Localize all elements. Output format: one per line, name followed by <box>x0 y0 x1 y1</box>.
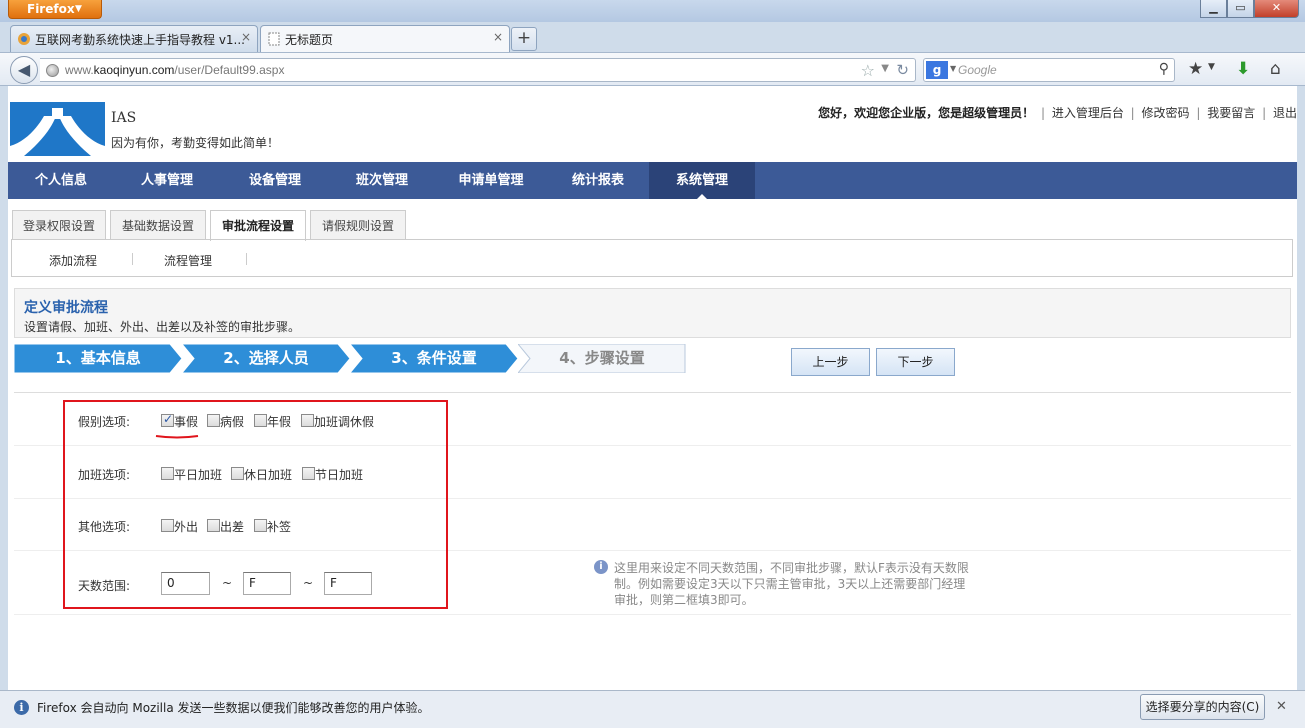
navigation-toolbar: www.kaoqinyun.com/user/Default99.aspx ☆ … <box>0 52 1305 86</box>
section-header: 定义审批流程 设置请假、加班、外出、出差以及补签的审批步骤。 <box>14 288 1291 338</box>
browser-tab-untitled[interactable]: 无标题页 × <box>260 25 510 52</box>
section-description: 设置请假、加班、外出、出差以及补签的审批步骤。 <box>24 320 301 334</box>
days-range-tip: 这里用来设定不同天数范围，不同审批步骤，默认F表示没有天数限制。例如需要设定3天… <box>614 561 969 607</box>
download-icon[interactable]: ⬇ <box>1236 59 1250 79</box>
step-basic-info: 1、基本信息 <box>14 344 182 373</box>
tab-label: 互联网考勤系统快速上手指导教程 v1... <box>35 33 245 47</box>
section-title: 定义审批流程 <box>24 300 108 316</box>
bookmarks-menu-icon[interactable]: ★ <box>1188 59 1203 79</box>
nav-personal-info[interactable]: 个人信息 <box>8 162 114 199</box>
prev-step-button[interactable]: 上一步 <box>791 348 870 376</box>
logo-mark-icon <box>10 102 105 156</box>
main-nav: 个人信息 人事管理 设备管理 班次管理 申请单管理 统计报表 系统管理 <box>8 162 1297 199</box>
slogan: 因为有你，考勤变得如此简单！ <box>111 136 280 150</box>
url-bar[interactable]: www.kaoqinyun.com/user/Default99.aspx ☆ … <box>40 58 916 82</box>
url-text: www.kaoqinyun.com/user/Default99.aspx <box>65 63 285 77</box>
page-viewport: IAS 因为有你，考勤变得如此简单！ 您好，欢迎您企业版，您是超级管理员！ | … <box>0 86 1305 690</box>
tab-bar: 互联网考勤系统快速上手指导教程 v1... × 无标题页 × + <box>0 22 1305 52</box>
chevron-down-icon: ▼ <box>75 4 82 14</box>
globe-icon <box>46 64 59 77</box>
info-icon: i <box>14 700 29 715</box>
minimize-button[interactable]: ▁ <box>1200 0 1227 18</box>
close-tab-icon[interactable]: × <box>493 30 503 44</box>
nav-shifts[interactable]: 班次管理 <box>330 162 434 199</box>
tab-label: 无标题页 <box>285 33 334 47</box>
nav-system[interactable]: 系统管理 <box>649 162 755 199</box>
next-step-button[interactable]: 下一步 <box>876 348 955 376</box>
search-icon[interactable]: ⚲ <box>1159 61 1169 77</box>
close-tab-icon[interactable]: × <box>241 30 251 44</box>
notification-bar: i Firefox 会自动向 Mozilla 发送一些数据以便我们能够改善您的用… <box>0 690 1305 728</box>
highlight-underline <box>155 435 199 439</box>
tab-approval-flow[interactable]: 审批流程设置 <box>210 210 306 241</box>
tab-login-permission[interactable]: 登录权限设置 <box>12 210 106 240</box>
tab-basic-data[interactable]: 基础数据设置 <box>110 210 206 240</box>
sub-menu: 添加流程 流程管理 <box>11 239 1293 277</box>
search-placeholder: Google <box>958 63 997 77</box>
greeting-text: 您好，欢迎您企业版，您是超级管理员！ <box>818 106 1035 120</box>
blank-page-icon <box>268 32 280 46</box>
site-favicon-icon <box>18 33 30 45</box>
add-flow-link[interactable]: 添加流程 <box>49 252 97 269</box>
feedback-link[interactable]: 我要留言 <box>1207 104 1255 121</box>
chevron-down-icon[interactable]: ▼ <box>881 63 889 74</box>
step-select-people: 2、选择人员 <box>182 344 350 373</box>
home-icon[interactable]: ⌂ <box>1270 59 1281 79</box>
nav-applications[interactable]: 申请单管理 <box>434 162 548 199</box>
maximize-button[interactable]: ▭ <box>1227 0 1254 18</box>
chevron-down-icon[interactable]: ▼ <box>950 64 956 73</box>
browser-tab-tutorial[interactable]: 互联网考勤系统快速上手指导教程 v1... × <box>10 25 258 52</box>
top-links: 您好，欢迎您企业版，您是超级管理员！ | 进入管理后台 | 修改密码 | 我要留… <box>818 104 1297 121</box>
change-password-link[interactable]: 修改密码 <box>1142 104 1190 121</box>
bookmark-star-icon[interactable]: ☆ <box>861 61 875 80</box>
reload-icon[interactable]: ↻ <box>896 61 909 79</box>
nav-devices[interactable]: 设备管理 <box>220 162 330 199</box>
notification-message: Firefox 会自动向 Mozilla 发送一些数据以便我们能够改善您的用户体… <box>37 701 430 715</box>
site-logo <box>10 102 105 156</box>
step-steps: 4、步骤设置 <box>518 344 686 373</box>
admin-link[interactable]: 进入管理后台 <box>1052 104 1124 121</box>
close-notification-icon[interactable]: ✕ <box>1276 699 1287 714</box>
choose-share-button[interactable]: 选择要分享的内容(C) <box>1140 694 1265 720</box>
nav-reports[interactable]: 统计报表 <box>548 162 648 199</box>
step-conditions: 3、条件设置 <box>350 344 518 373</box>
manage-flow-link[interactable]: 流程管理 <box>164 252 212 269</box>
close-window-button[interactable]: ✕ <box>1254 0 1299 18</box>
highlight-box <box>63 400 448 609</box>
firefox-menu-button[interactable]: Firefox ▼ <box>8 0 102 19</box>
new-tab-button[interactable]: + <box>511 27 537 51</box>
logout-link[interactable]: 退出 <box>1273 104 1297 121</box>
logo-name: IAS <box>111 110 137 126</box>
window-titlebar: Firefox ▼ ▁ ▭ ✕ <box>0 0 1305 22</box>
chevron-down-icon[interactable]: ▼ <box>1208 62 1215 72</box>
search-bar[interactable]: g ▼ Google ⚲ <box>923 58 1175 82</box>
tab-leave-rules[interactable]: 请假规则设置 <box>310 210 406 240</box>
nav-hr[interactable]: 人事管理 <box>114 162 220 199</box>
search-engine-icon[interactable]: g <box>926 61 948 79</box>
info-icon: i <box>594 560 608 574</box>
back-button[interactable]: ◀ <box>10 56 38 84</box>
